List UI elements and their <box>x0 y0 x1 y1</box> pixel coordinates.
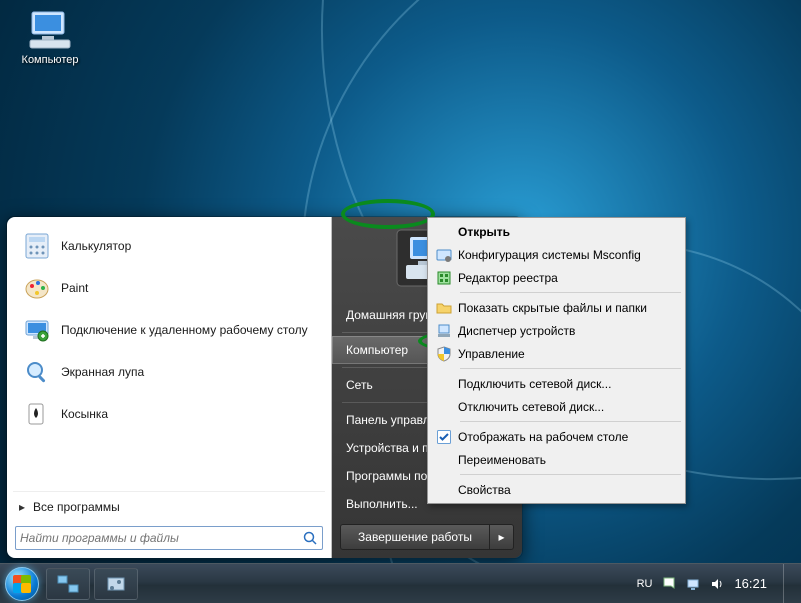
ctx-label: Переименовать <box>458 453 546 467</box>
solitaire-icon <box>21 398 53 430</box>
magnifier-icon <box>21 356 53 388</box>
ctx-label: Открыть <box>458 225 510 239</box>
shutdown-button[interactable]: Завершение работы <box>341 525 489 549</box>
msconfig-icon <box>430 243 458 266</box>
network-icon[interactable] <box>686 577 700 591</box>
ctx-label: Управление <box>458 347 525 361</box>
desktop-computer-icon[interactable]: Компьютер <box>10 8 90 66</box>
ctx-label: Отключить сетевой диск... <box>458 400 604 414</box>
blank-icon <box>430 395 458 418</box>
clock[interactable]: 16:21 <box>734 576 767 591</box>
system-tray: RU 16:21 <box>629 564 801 603</box>
ctx-disconnect-drive[interactable]: Отключить сетевой диск... <box>430 395 683 418</box>
program-list: Калькулятор Paint Подключение к удаленно… <box>13 223 325 491</box>
ctx-show-on-desktop[interactable]: Отображать на рабочем столе <box>430 425 683 448</box>
shutdown-options-arrow[interactable]: ▸ <box>489 525 513 549</box>
taskbar: RU 16:21 <box>0 563 801 603</box>
ctx-label: Конфигурация системы Msconfig <box>458 248 641 262</box>
ctx-properties[interactable]: Свойства <box>430 478 683 501</box>
ctx-open[interactable]: Открыть <box>430 220 683 243</box>
blank-icon <box>430 220 458 243</box>
search-box[interactable] <box>15 526 323 550</box>
start-button[interactable] <box>0 564 44 603</box>
paint-icon <box>21 272 53 304</box>
ctx-label: Свойства <box>458 483 511 497</box>
separator <box>460 421 681 422</box>
separator <box>460 368 681 369</box>
shutdown-button-group: Завершение работы ▸ <box>340 524 514 550</box>
program-remote-desktop[interactable]: Подключение к удаленному рабочему столу <box>15 309 323 351</box>
desktop-computer-label: Компьютер <box>10 54 90 66</box>
program-label: Косынка <box>61 407 108 421</box>
start-left-pane: Калькулятор Paint Подключение к удаленно… <box>7 217 332 558</box>
language-indicator[interactable]: RU <box>637 578 653 590</box>
ctx-msconfig[interactable]: Конфигурация системы Msconfig <box>430 243 683 266</box>
ctx-device-manager[interactable]: Диспетчер устройств <box>430 319 683 342</box>
program-paint[interactable]: Paint <box>15 267 323 309</box>
blank-icon <box>430 478 458 501</box>
calculator-icon <box>21 230 53 262</box>
regedit-icon <box>430 266 458 289</box>
ctx-rename[interactable]: Переименовать <box>430 448 683 471</box>
folder-icon <box>430 296 458 319</box>
ctx-show-hidden[interactable]: Показать скрытые файлы и папки <box>430 296 683 319</box>
context-menu: Открыть Конфигурация системы Msconfig Ре… <box>427 217 686 504</box>
program-calculator[interactable]: Калькулятор <box>15 225 323 267</box>
ctx-map-drive[interactable]: Подключить сетевой диск... <box>430 372 683 395</box>
all-programs[interactable]: ▸ Все программы <box>13 491 325 522</box>
program-label: Paint <box>61 281 88 295</box>
volume-icon[interactable] <box>710 577 724 591</box>
search-icon[interactable] <box>302 530 318 546</box>
action-center-icon[interactable] <box>662 577 676 591</box>
program-label: Калькулятор <box>61 239 131 253</box>
computer-icon <box>26 8 74 52</box>
search-input[interactable] <box>20 531 302 545</box>
checkmark-icon <box>430 425 458 448</box>
shutdown-label: Завершение работы <box>358 530 472 544</box>
ctx-regedit[interactable]: Редактор реестра <box>430 266 683 289</box>
program-label: Подключение к удаленному рабочему столу <box>61 323 308 337</box>
blank-icon <box>430 372 458 395</box>
separator <box>460 292 681 293</box>
taskbar-app-2[interactable] <box>94 568 138 600</box>
ctx-manage[interactable]: Управление <box>430 342 683 365</box>
windows-logo-icon <box>5 567 39 601</box>
ctx-label: Редактор реестра <box>458 271 558 285</box>
ctx-label: Показать скрытые файлы и папки <box>458 301 647 315</box>
ctx-label: Подключить сетевой диск... <box>458 377 611 391</box>
ctx-label: Отображать на рабочем столе <box>458 430 628 444</box>
device-manager-icon <box>430 319 458 342</box>
shield-icon <box>430 342 458 365</box>
program-solitaire[interactable]: Косынка <box>15 393 323 435</box>
taskbar-app-1[interactable] <box>46 568 90 600</box>
ctx-label: Диспетчер устройств <box>458 324 575 338</box>
chevron-right-icon: ▸ <box>19 500 25 514</box>
program-magnifier[interactable]: Экранная лупа <box>15 351 323 393</box>
separator <box>460 474 681 475</box>
all-programs-label: Все программы <box>33 500 120 514</box>
remote-desktop-icon <box>21 314 53 346</box>
show-desktop-button[interactable] <box>783 564 793 603</box>
program-label: Экранная лупа <box>61 365 144 379</box>
blank-icon <box>430 448 458 471</box>
